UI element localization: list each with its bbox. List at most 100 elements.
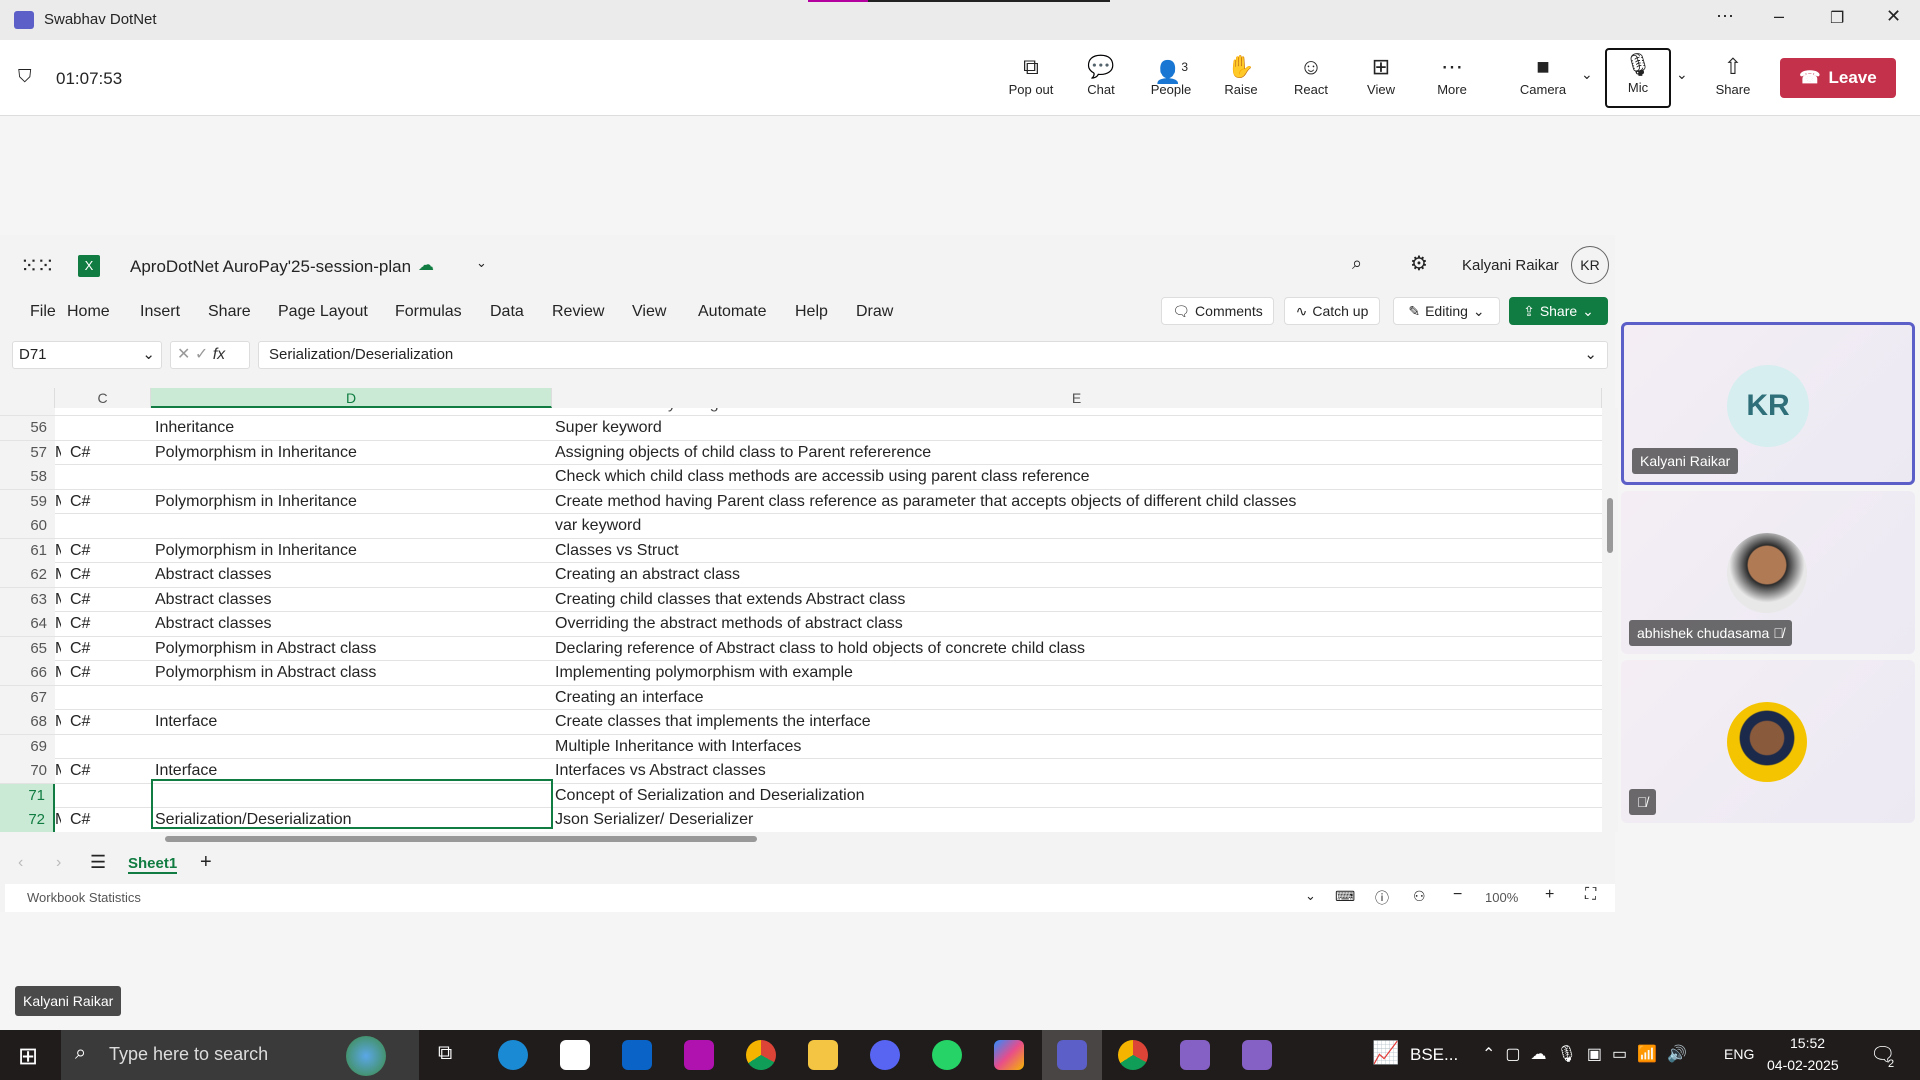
ribbon-tab-review[interactable]: Review bbox=[552, 303, 604, 321]
ribbon-tab-automate[interactable]: Automate bbox=[698, 303, 766, 321]
user-avatar[interactable]: KR bbox=[1571, 246, 1609, 284]
raise-button[interactable]: ✋ Raise bbox=[1208, 52, 1274, 108]
outlook-icon[interactable] bbox=[622, 1040, 652, 1070]
cell-e[interactable]: Json Serializer/ Deserializer bbox=[555, 808, 1595, 832]
visual-studio-icon[interactable] bbox=[1242, 1040, 1272, 1070]
cell-c[interactable]: C# bbox=[70, 808, 150, 832]
row-header[interactable]: 68 bbox=[0, 710, 55, 734]
participant-tile-3[interactable]: 🎙̸ bbox=[1621, 660, 1915, 823]
windows-start-icon[interactable]: ⊞ bbox=[18, 1042, 38, 1071]
participant-tile-kalyani[interactable]: KR Kalyani Raikar bbox=[1621, 322, 1915, 485]
participant-tile-abhishek[interactable]: abhishek chudasama 🎙̸ bbox=[1621, 491, 1915, 654]
cell-b[interactable]: M bbox=[55, 563, 61, 587]
help-icon[interactable]: ⓘ bbox=[1375, 888, 1389, 908]
pop-out-button[interactable]: ⧉ Pop out bbox=[998, 52, 1064, 108]
zoom-in-icon[interactable]: + bbox=[1545, 886, 1554, 904]
cell-c[interactable]: C# bbox=[70, 759, 150, 783]
column-header-c[interactable]: C bbox=[55, 388, 151, 408]
whatsapp-icon[interactable] bbox=[932, 1040, 962, 1070]
prev-sheet-icon[interactable]: ‹ bbox=[18, 854, 23, 872]
column-header-e[interactable]: E bbox=[552, 388, 1602, 408]
people-button[interactable]: 👤3 People bbox=[1138, 52, 1204, 108]
row-header[interactable]: 69 bbox=[0, 734, 55, 759]
enter-icon[interactable]: ✓ bbox=[195, 346, 208, 363]
catch-up-button[interactable]: ∿ Catch up bbox=[1284, 297, 1380, 325]
row-header[interactable]: 72 bbox=[0, 808, 55, 832]
cell-b[interactable]: M bbox=[55, 710, 61, 734]
ribbon-tab-file[interactable]: File bbox=[30, 303, 56, 321]
clock-date[interactable]: 04-02-2025 bbox=[1767, 1057, 1839, 1073]
add-sheet-icon[interactable]: + bbox=[200, 851, 212, 874]
row-header[interactable]: 58 bbox=[0, 465, 55, 489]
cell-d[interactable]: Interface bbox=[155, 710, 550, 734]
cell-e[interactable]: Create method having Parent class refere… bbox=[555, 490, 1595, 514]
cell-b[interactable]: M bbox=[55, 490, 61, 514]
cell-e[interactable]: Super keyword bbox=[555, 416, 1595, 440]
row-header[interactable]: 60 bbox=[0, 514, 55, 538]
copilot-icon[interactable] bbox=[994, 1040, 1024, 1070]
discord-icon[interactable] bbox=[870, 1040, 900, 1070]
cell-c[interactable]: C# bbox=[70, 661, 150, 685]
comments-button[interactable]: 🗨 Comments bbox=[1161, 297, 1274, 325]
taskbar-search[interactable]: ⌕ Type here to search bbox=[61, 1030, 419, 1080]
cell-d[interactable]: Polymorphism in Inheritance bbox=[155, 539, 550, 563]
cell-e[interactable]: Classes vs Struct bbox=[555, 539, 1595, 563]
ribbon-tab-view[interactable]: View bbox=[632, 303, 666, 321]
cell-e[interactable]: var keyword bbox=[555, 514, 1595, 538]
more-options-icon[interactable]: ⋯ bbox=[1716, 6, 1734, 27]
cell-e[interactable]: Interfaces vs Abstract classes bbox=[555, 759, 1595, 783]
visual-studio-icon[interactable] bbox=[1180, 1040, 1210, 1070]
view-button[interactable]: ⊞ View bbox=[1348, 52, 1414, 108]
row-header[interactable]: 59 bbox=[0, 489, 55, 514]
cell-d[interactable]: Polymorphism in Inheritance bbox=[155, 441, 550, 465]
horizontal-scrollbar[interactable] bbox=[55, 832, 1602, 846]
chrome-icon[interactable] bbox=[746, 1040, 776, 1070]
app-launcher-icon[interactable]: ⁙⁙ bbox=[20, 253, 55, 279]
row-header[interactable]: 62 bbox=[0, 563, 55, 587]
column-header-d[interactable]: D bbox=[151, 388, 552, 408]
ribbon-tab-share[interactable]: Share bbox=[208, 303, 251, 321]
cell-e[interactable]: Create classes that implements the inter… bbox=[555, 710, 1595, 734]
settings-icon[interactable]: ⚙ bbox=[1410, 251, 1428, 276]
search-icon[interactable]: ⌕ bbox=[1352, 253, 1362, 274]
cell-b[interactable]: M bbox=[55, 661, 61, 685]
ribbon-tab-page-layout[interactable]: Page Layout bbox=[278, 303, 368, 321]
ribbon-tab-data[interactable]: Data bbox=[490, 303, 524, 321]
formula-bar[interactable]: Serialization/Deserialization ⌄ bbox=[258, 341, 1608, 369]
cell-e[interactable]: Overriding the abstract methods of abstr… bbox=[555, 612, 1595, 636]
row-header[interactable]: 57 bbox=[0, 440, 55, 465]
cell-d[interactable]: Abstract classes bbox=[155, 612, 550, 636]
cell-c[interactable]: C# bbox=[70, 490, 150, 514]
cell-e[interactable]: Check which child class methods are acce… bbox=[555, 465, 1595, 489]
share-button[interactable]: ⇪ Share ⌄ bbox=[1509, 297, 1608, 325]
cell-c[interactable]: C# bbox=[70, 710, 150, 734]
cell-b[interactable]: M bbox=[55, 637, 61, 661]
file-menu-chevron[interactable]: ⌄ bbox=[476, 255, 487, 271]
close-button[interactable]: ✕ bbox=[1886, 6, 1901, 27]
ribbon-tab-draw[interactable]: Draw bbox=[856, 303, 893, 321]
file-explorer-icon[interactable] bbox=[808, 1040, 838, 1070]
react-button[interactable]: ☺ React bbox=[1278, 52, 1344, 108]
camera-options-chevron[interactable]: ⌄ bbox=[1581, 66, 1593, 83]
expand-formula-chevron[interactable]: ⌄ bbox=[1584, 342, 1597, 368]
cell-b[interactable]: M bbox=[55, 808, 61, 832]
vertical-scrollbar[interactable] bbox=[1602, 408, 1618, 832]
cell-e[interactable]: Assigning objects of child class to Pare… bbox=[555, 441, 1595, 465]
teams-taskbar-active[interactable] bbox=[1042, 1030, 1102, 1080]
camera-button[interactable]: ■ Camera bbox=[1510, 52, 1576, 108]
cell-c[interactable]: C# bbox=[70, 637, 150, 661]
row-header[interactable]: 66 bbox=[0, 661, 55, 685]
cell-c[interactable]: C# bbox=[70, 539, 150, 563]
cell-b[interactable]: M bbox=[55, 539, 61, 563]
cell-c[interactable]: C# bbox=[70, 441, 150, 465]
row-header[interactable]: 67 bbox=[0, 685, 55, 710]
cell-e[interactable]: Creating an interface bbox=[555, 686, 1595, 710]
ribbon-tab-formulas[interactable]: Formulas bbox=[395, 303, 462, 321]
cell-e[interactable]: Concept of Serialization and Deserializa… bbox=[555, 784, 1595, 808]
next-sheet-icon[interactable]: › bbox=[56, 854, 61, 872]
row-header[interactable]: 61 bbox=[0, 538, 55, 563]
cell-d[interactable]: Abstract classes bbox=[155, 588, 550, 612]
row-header[interactable]: 71 bbox=[0, 783, 55, 808]
cell-e[interactable]: Declaring reference of Abstract class to… bbox=[555, 637, 1595, 661]
feedback-icon[interactable]: ⚇ bbox=[1413, 888, 1426, 905]
